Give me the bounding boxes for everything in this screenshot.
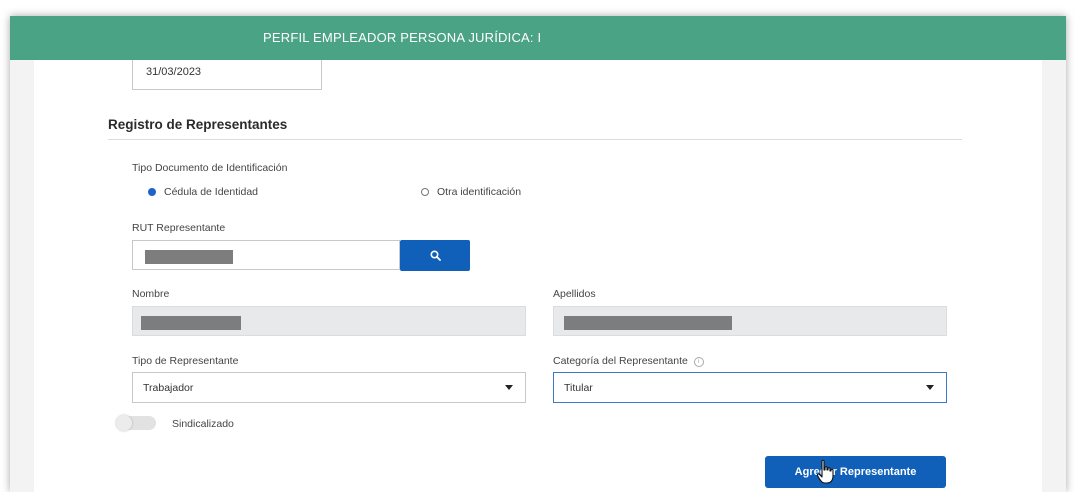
sindicalizado-label: Sindicalizado <box>172 418 234 430</box>
apellidos-input[interactable] <box>553 306 947 336</box>
tipo-representante-label: Tipo de Representante <box>132 355 239 367</box>
info-icon[interactable]: i <box>693 357 704 367</box>
header-bar: PERFIL EMPLEADOR PERSONA JURÍDICA: I <box>10 16 1066 60</box>
radio-cedula[interactable]: Cédula de Identidad <box>148 186 258 198</box>
tipo-representante-select[interactable]: Trabajador <box>132 372 526 403</box>
rut-input[interactable] <box>132 240 400 270</box>
apellidos-label: Apellidos <box>553 288 596 300</box>
hand-cursor-icon <box>816 459 834 484</box>
categoria-representante-value: Titular <box>564 382 593 394</box>
radio-cedula-label: Cédula de Identidad <box>164 186 258 198</box>
page-title: PERFIL EMPLEADOR PERSONA JURÍDICA: I <box>263 30 542 45</box>
rut-label: RUT Representante <box>132 222 226 234</box>
radio-unchecked-icon <box>421 188 429 196</box>
date-field[interactable]: 31/03/2023 <box>132 60 322 90</box>
categoria-representante-label: Categoría del Representante i <box>553 355 704 367</box>
radio-checked-icon <box>148 188 156 196</box>
search-icon <box>429 250 441 261</box>
redacted-rut <box>145 250 233 264</box>
nombre-input[interactable] <box>132 306 526 336</box>
radio-otra[interactable]: Otra identificación <box>421 186 521 198</box>
tipo-representante-value: Trabajador <box>143 382 194 394</box>
redacted-apellidos <box>564 316 732 330</box>
chevron-down-icon <box>926 385 934 390</box>
radio-otra-label: Otra identificación <box>437 186 522 198</box>
doc-type-label: Tipo Documento de Identificación <box>132 162 288 174</box>
app-window: PERFIL EMPLEADOR PERSONA JURÍDICA: I 31/… <box>10 16 1066 492</box>
redacted-nombre <box>141 316 241 330</box>
screenshot-stage: PERFIL EMPLEADOR PERSONA JURÍDICA: I 31/… <box>0 0 1079 492</box>
section-title: Registro de Representantes <box>108 117 288 132</box>
nombre-label: Nombre <box>132 288 170 300</box>
sindicalizado-toggle[interactable] <box>116 415 156 431</box>
chevron-down-icon <box>505 385 513 390</box>
categoria-label-text: Categoría del Representante <box>553 355 688 367</box>
form-card: 31/03/2023 Registro de Representantes Ti… <box>34 60 1042 492</box>
search-button[interactable] <box>400 240 470 271</box>
section-divider <box>108 139 962 140</box>
add-representative-button[interactable]: Agregar Representante <box>765 456 946 488</box>
categoria-representante-select[interactable]: Titular <box>553 372 947 403</box>
toggle-knob <box>116 415 132 431</box>
